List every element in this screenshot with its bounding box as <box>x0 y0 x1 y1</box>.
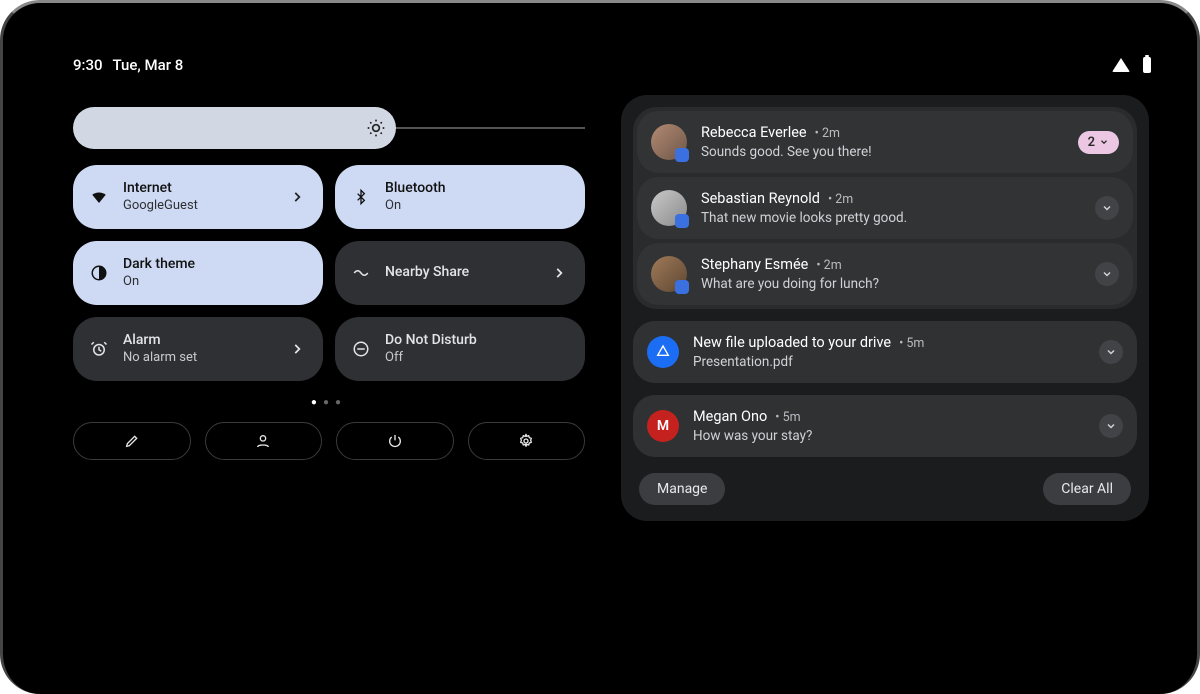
contrast-icon <box>89 263 109 283</box>
tile-subtitle: On <box>385 198 446 214</box>
timestamp: • 2m <box>815 126 840 143</box>
message-preview: What are you doing for lunch? <box>701 275 1081 293</box>
settings-button[interactable] <box>468 422 586 460</box>
status-bar: 9:30 Tue, Mar 8 <box>73 53 1157 77</box>
message-preview: How was your stay? <box>693 427 1085 445</box>
clock: 9:30 <box>73 56 103 74</box>
tile-subtitle: Off <box>385 350 477 366</box>
notification-item[interactable]: Stephany Esmée • 2m What are you doing f… <box>637 243 1133 305</box>
notification-item[interactable]: Rebecca Everlee • 2m Sounds good. See yo… <box>637 111 1133 173</box>
tile-subtitle: On <box>123 274 195 290</box>
power-button[interactable] <box>336 422 454 460</box>
expand-button[interactable] <box>1095 262 1119 286</box>
device-frame: 9:30 Tue, Mar 8 <box>0 0 1200 694</box>
expand-button[interactable] <box>1095 196 1119 220</box>
message-preview: Sounds good. See you there! <box>701 143 1064 161</box>
conversation-group: Rebecca Everlee • 2m Sounds good. See yo… <box>633 107 1137 309</box>
drive-icon <box>647 336 679 368</box>
brightness-slider[interactable] <box>73 107 585 149</box>
group-count: 2 <box>1088 135 1095 150</box>
user-icon <box>253 431 273 451</box>
wifi-icon <box>1111 55 1131 75</box>
notification-title: New file uploaded to your drive <box>693 333 891 353</box>
expand-button[interactable] <box>1099 414 1123 438</box>
alarm-icon <box>89 339 109 359</box>
tile-do-not-disturb[interactable]: Do Not Disturb Off <box>335 317 585 381</box>
tile-title: Alarm <box>123 332 197 350</box>
timestamp: • 2m <box>828 192 853 209</box>
tile-internet[interactable]: Internet GoogleGuest <box>73 165 323 229</box>
tile-nearby-share[interactable]: Nearby Share <box>335 241 585 305</box>
wifi-icon <box>89 187 109 207</box>
notification-item[interactable]: M Megan Ono • 5m How was your stay? <box>633 395 1137 457</box>
expand-button[interactable] <box>1099 340 1123 364</box>
sender-name: Stephany Esmée <box>701 255 808 275</box>
group-expand-button[interactable]: 2 <box>1078 131 1119 154</box>
chevron-right-icon[interactable] <box>549 263 569 283</box>
sender-name: Rebecca Everlee <box>701 123 807 143</box>
clear-all-button[interactable]: Clear All <box>1043 473 1131 505</box>
tile-title: Internet <box>123 180 198 198</box>
tile-title: Dark theme <box>123 256 195 274</box>
battery-icon <box>1137 55 1157 75</box>
timestamp: • 5m <box>899 336 924 353</box>
tile-bluetooth[interactable]: Bluetooth On <box>335 165 585 229</box>
notification-item[interactable]: Sebastian Reynold • 2m That new movie lo… <box>637 177 1133 239</box>
gear-icon <box>516 431 536 451</box>
tile-title: Nearby Share <box>385 264 469 282</box>
bluetooth-icon <box>351 187 371 207</box>
sender-name: Sebastian Reynold <box>701 189 820 209</box>
timestamp: • 2m <box>816 258 841 275</box>
quick-settings-panel: Internet GoogleGuest Bluetooth On <box>73 107 585 460</box>
power-icon <box>385 431 405 451</box>
notification-shade: Rebecca Everlee • 2m Sounds good. See yo… <box>621 95 1149 521</box>
tile-title: Bluetooth <box>385 180 446 198</box>
brightness-icon <box>366 118 386 138</box>
avatar <box>651 256 687 292</box>
message-preview: Presentation.pdf <box>693 353 1085 371</box>
notification-item[interactable]: New file uploaded to your drive • 5m Pre… <box>633 321 1137 383</box>
dnd-icon <box>351 339 371 359</box>
chevron-right-icon[interactable] <box>287 339 307 359</box>
edit-tiles-button[interactable] <box>73 422 191 460</box>
tile-alarm[interactable]: Alarm No alarm set <box>73 317 323 381</box>
sender-name: Megan Ono <box>693 407 767 427</box>
tile-dark-theme[interactable]: Dark theme On <box>73 241 323 305</box>
tile-subtitle: No alarm set <box>123 350 197 366</box>
avatar <box>651 124 687 160</box>
avatar <box>651 190 687 226</box>
date: Tue, Mar 8 <box>113 56 184 74</box>
pencil-icon <box>122 431 142 451</box>
page-indicator: ●●● <box>73 397 585 408</box>
message-preview: That new movie looks pretty good. <box>701 209 1081 227</box>
nearby-share-icon <box>351 263 371 283</box>
gmail-icon: M <box>647 410 679 442</box>
user-switch-button[interactable] <box>205 422 323 460</box>
manage-button[interactable]: Manage <box>639 473 725 505</box>
tile-title: Do Not Disturb <box>385 332 477 350</box>
tile-subtitle: GoogleGuest <box>123 198 198 214</box>
timestamp: • 5m <box>775 410 800 427</box>
chevron-right-icon[interactable] <box>287 187 307 207</box>
